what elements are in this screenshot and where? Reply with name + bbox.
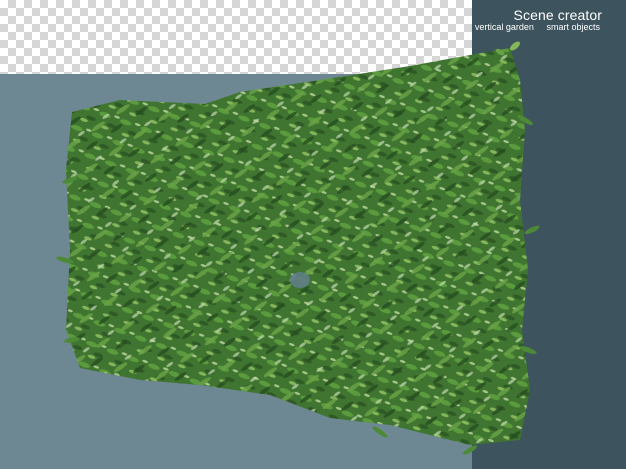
vertical-garden-image bbox=[56, 41, 540, 455]
foliage-wall bbox=[66, 48, 530, 445]
brand-subtitle: vertical garden smart objects bbox=[475, 22, 600, 32]
subtitle-smart-objects: smart objects bbox=[546, 22, 600, 32]
brand-title: Scene creator bbox=[513, 7, 602, 23]
canvas: Scene creator vertical garden smart obje… bbox=[0, 0, 626, 469]
subtitle-vertical-garden: vertical garden bbox=[474, 22, 534, 32]
